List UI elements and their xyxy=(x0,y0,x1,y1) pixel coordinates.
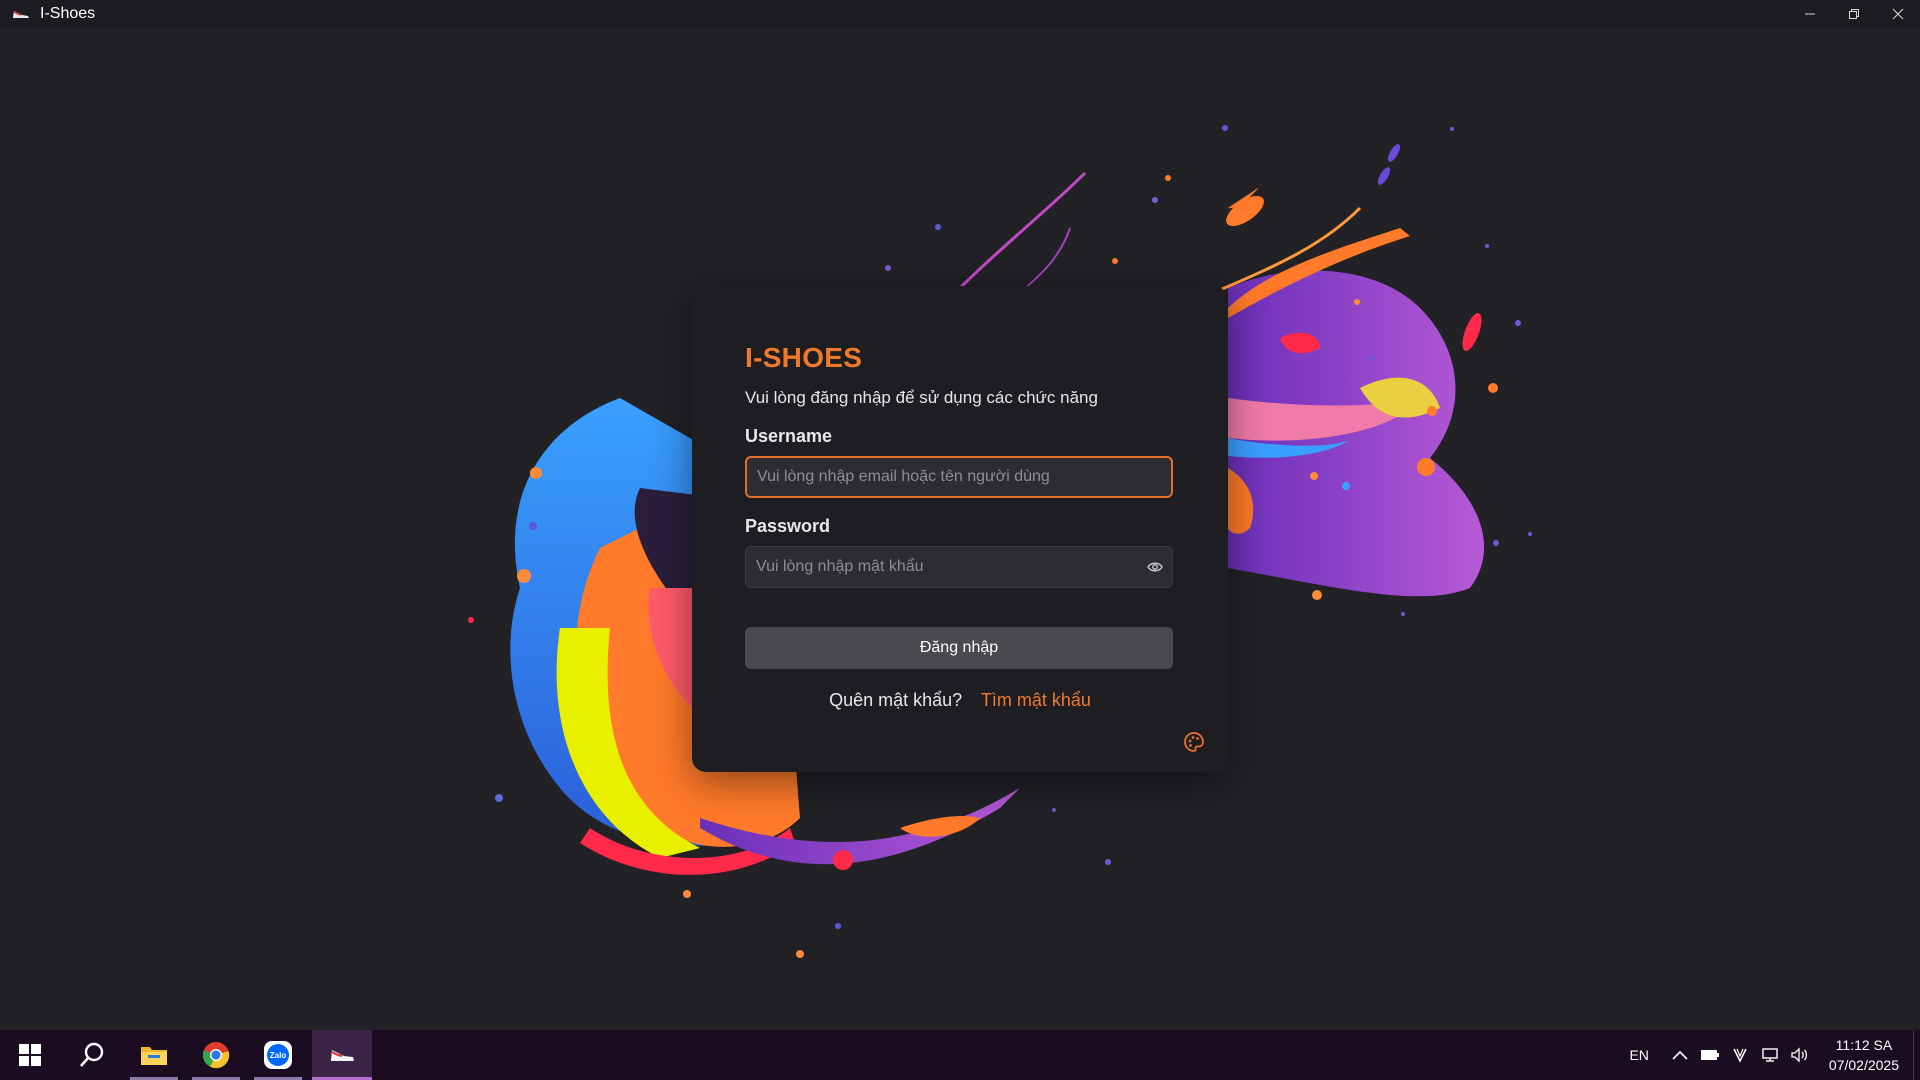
search-icon xyxy=(80,1042,104,1067)
zalo-icon-label: Zalo xyxy=(269,1050,287,1060)
taskbar-i-shoes[interactable] xyxy=(312,1030,372,1080)
start-button[interactable] xyxy=(2,1030,58,1080)
window-controls xyxy=(1788,0,1920,28)
search-button[interactable] xyxy=(64,1030,120,1080)
login-card: I-SHOES Vui lòng đăng nhập để sử dụng cá… xyxy=(692,286,1228,772)
close-icon xyxy=(1892,8,1904,20)
chevron-up-icon[interactable] xyxy=(1669,1044,1691,1066)
forgot-password-row: Quên mật khẩu? Tìm mật khẩu xyxy=(692,690,1228,711)
minimize-icon xyxy=(1805,13,1815,15)
taskbar-chrome[interactable] xyxy=(188,1030,244,1080)
taskbar-file-explorer[interactable] xyxy=(126,1030,182,1080)
show-desktop-button[interactable] xyxy=(1913,1030,1920,1080)
login-button[interactable]: Đăng nhập xyxy=(745,627,1173,669)
shoe-app-icon xyxy=(331,1050,354,1061)
find-password-link[interactable]: Tìm mật khẩu xyxy=(981,690,1091,710)
forgot-password-question: Quên mật khẩu? xyxy=(829,690,963,710)
windows-logo-icon xyxy=(19,1044,41,1066)
theme-palette-icon[interactable] xyxy=(1182,730,1206,754)
restore-button[interactable] xyxy=(1832,0,1876,28)
username-label: Username xyxy=(745,426,833,446)
password-input[interactable] xyxy=(746,558,1144,576)
clock-date: 07/02/2025 xyxy=(1828,1057,1899,1073)
taskbar: Zalo EN 11:12 SA 07/02/2025 xyxy=(0,1030,1920,1080)
network-icon[interactable] xyxy=(1759,1044,1781,1066)
password-label: Password xyxy=(745,516,831,536)
brand-title: I-SHOES xyxy=(745,342,863,373)
volume-icon[interactable] xyxy=(1789,1044,1811,1066)
system-tray: EN 11:12 SA 07/02/2025 xyxy=(1629,1030,1920,1080)
battery-icon[interactable] xyxy=(1699,1044,1721,1066)
title-bar: I-Shoes xyxy=(0,0,1920,28)
username-input[interactable] xyxy=(747,468,1171,486)
restore-icon xyxy=(1849,9,1859,19)
app-shoe-icon xyxy=(12,7,30,21)
language-indicator[interactable]: EN xyxy=(1629,1047,1648,1063)
close-button[interactable] xyxy=(1876,0,1920,28)
minimize-button[interactable] xyxy=(1788,0,1832,28)
show-password-eye-icon[interactable] xyxy=(1144,556,1166,578)
chrome-icon xyxy=(202,1042,230,1069)
login-subtitle: Vui lòng đăng nhập để sử dụng các chức n… xyxy=(745,388,1098,407)
taskbar-zalo[interactable]: Zalo xyxy=(250,1030,306,1080)
vpn-v-icon[interactable] xyxy=(1729,1044,1751,1066)
password-field-wrapper xyxy=(745,546,1173,588)
taskbar-clock[interactable]: 11:12 SA 07/02/2025 xyxy=(1829,1035,1899,1075)
username-field-wrapper xyxy=(745,456,1173,498)
clock-time: 11:12 SA xyxy=(1835,1037,1893,1053)
folder-icon xyxy=(141,1047,167,1065)
window-title: I-Shoes xyxy=(40,5,96,22)
